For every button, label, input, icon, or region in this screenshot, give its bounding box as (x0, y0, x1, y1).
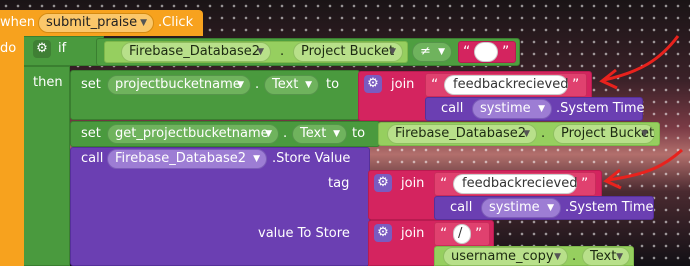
to-label-1: to (326, 77, 340, 92)
set-label-2: set (81, 126, 101, 141)
value-component-label: username_copy (451, 249, 554, 264)
if-label: if (58, 41, 67, 56)
chevron-down-icon: ▼ (253, 154, 260, 164)
gear-icon[interactable]: ⚙ (33, 40, 51, 58)
set2-component-dropdown[interactable]: get_projectbucketname ▼ (107, 124, 279, 144)
db-component-label: Firebase_Database2 (129, 44, 260, 59)
value-join-label: join (401, 226, 425, 241)
chevron-down-icon: ▼ (257, 47, 264, 57)
open-quote: “ (431, 77, 439, 93)
value-to-store-label: value To Store (258, 226, 350, 241)
tag-clock-label: systime (489, 200, 540, 215)
set2-db-component-label: Firebase_Database2 (395, 126, 526, 141)
set2-db-property-dropdown[interactable]: Project Bucket ▼ (553, 124, 655, 144)
chevron-down-icon: ▼ (523, 129, 530, 139)
clock-dropdown-1[interactable]: systime ▼ (472, 99, 552, 119)
store-component-dropdown[interactable]: Firebase_Database2 ▼ (107, 149, 267, 169)
value-string-field[interactable]: / (453, 224, 471, 244)
chevron-down-icon: ▼ (438, 47, 445, 57)
set-label-1: set (81, 77, 101, 92)
chevron-down-icon: ▼ (554, 252, 561, 262)
chevron-down-icon: ▼ (616, 252, 623, 262)
tag-method-label: .System Time (565, 200, 654, 215)
operator-label: ≠ (420, 44, 431, 59)
set1-component-label: projectbucketname (115, 77, 241, 92)
set1-property-label: Text (272, 77, 299, 92)
open-quote: “ (463, 44, 471, 60)
tag-clock-dropdown[interactable]: systime ▼ (481, 198, 561, 218)
method-label-1: .System Time (556, 101, 645, 116)
operator-dropdown[interactable]: ≠ ▼ (412, 42, 452, 62)
if-then-spine (24, 66, 70, 266)
call-label-1: call (441, 101, 464, 116)
dot-separator: . (541, 126, 546, 141)
tag-call-label: call (450, 200, 473, 215)
open-quote: “ (440, 226, 448, 242)
chevron-down-icon: ▼ (547, 203, 554, 213)
value-component-dropdown[interactable]: username_copy ▼ (443, 247, 568, 266)
string-field-1[interactable]: feedbackrecieved (444, 75, 568, 95)
set1-component-dropdown[interactable]: projectbucketname ▼ (107, 75, 251, 95)
value-property-label: Text (590, 249, 617, 264)
event-component-label: submit_praise (46, 15, 138, 30)
gear-icon[interactable]: ⚙ (374, 224, 392, 242)
do-label: do (0, 41, 17, 56)
event-name-label: .Click (158, 15, 194, 30)
gear-icon[interactable]: ⚙ (364, 75, 382, 93)
dot-separator: . (255, 77, 260, 92)
chevron-down-icon: ▼ (389, 47, 396, 57)
chevron-down-icon: ▼ (237, 80, 244, 90)
close-quote: ” (581, 176, 589, 192)
chevron-down-icon: ▼ (538, 104, 545, 114)
empty-string-field[interactable] (474, 42, 498, 62)
close-quote: ” (502, 44, 510, 60)
tag-string-value: feedbackrecieved (462, 176, 578, 191)
set2-property-label: Text (300, 126, 327, 141)
set2-component-label: get_projectbucketname (115, 126, 269, 141)
string-value-1: feedbackrecieved (453, 77, 569, 92)
chevron-down-icon: ▼ (265, 129, 272, 139)
to-label-2: to (352, 126, 366, 141)
db-property-label: Project Bucket (301, 44, 395, 59)
event-block-spine (0, 36, 24, 266)
db-component-dropdown[interactable]: Firebase_Database2 ▼ (121, 42, 271, 62)
clock-label-1: systime (480, 101, 531, 116)
chevron-down-icon: ▼ (305, 80, 312, 90)
set2-db-component-dropdown[interactable]: Firebase_Database2 ▼ (387, 124, 537, 144)
close-quote: ” (475, 226, 483, 242)
tag-string-field[interactable]: feedbackrecieved (453, 174, 577, 194)
close-quote: ” (572, 77, 580, 93)
store-method-label: .Store Value (272, 151, 351, 166)
dot-separator: . (283, 126, 288, 141)
set2-property-dropdown[interactable]: Text ▼ (292, 124, 347, 144)
join-label-1: join (391, 77, 415, 92)
chevron-down-icon: ▼ (641, 129, 648, 139)
set1-property-dropdown[interactable]: Text ▼ (264, 75, 319, 95)
tag-join-label: join (401, 176, 425, 191)
dot-separator: . (572, 249, 577, 264)
when-label: when (0, 15, 36, 30)
event-component-dropdown[interactable]: submit_praise ▼ (38, 13, 154, 33)
gear-icon[interactable]: ⚙ (374, 174, 392, 192)
value-string-value: / (458, 226, 463, 241)
chevron-down-icon: ▼ (140, 18, 147, 28)
dot-separator: . (280, 44, 285, 59)
chevron-down-icon: ▼ (333, 129, 340, 139)
tag-label: tag (328, 176, 350, 191)
store-call-label: call (81, 151, 104, 166)
db-property-dropdown[interactable]: Project Bucket ▼ (293, 42, 403, 62)
open-quote: “ (440, 176, 448, 192)
value-property-dropdown[interactable]: Text ▼ (582, 247, 630, 266)
then-label: then (33, 75, 63, 90)
store-component-label: Firebase_Database2 (115, 151, 246, 166)
